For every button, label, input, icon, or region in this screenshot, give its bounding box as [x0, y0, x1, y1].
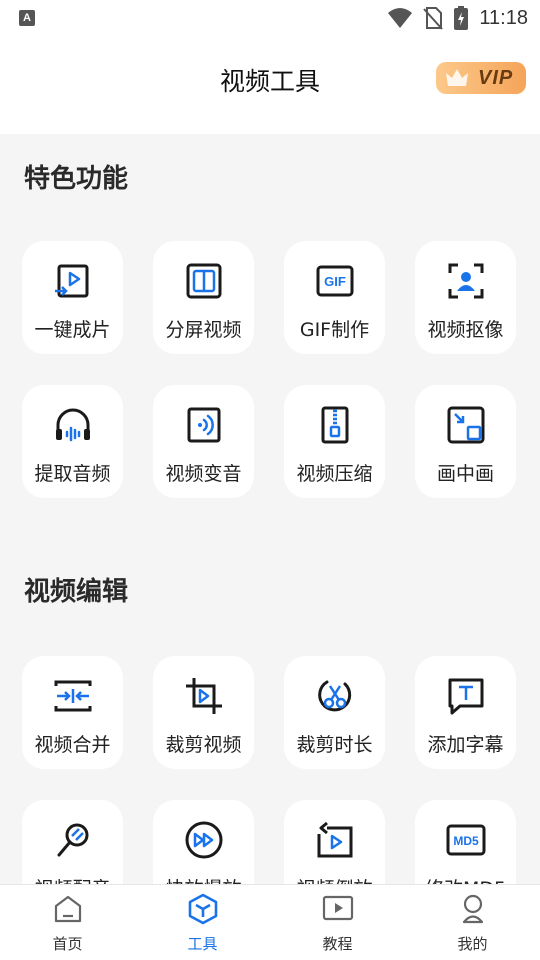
- no-sim-icon: [423, 7, 444, 30]
- tab-label: 我的: [457, 935, 488, 953]
- merge-icon: [54, 680, 92, 712]
- gif-icon: GIF: [316, 265, 354, 297]
- notification-icon: A: [19, 10, 35, 26]
- tools-content[interactable]: 特色功能 一键成片 分屏视频 GIF GIF制作 视频抠像 提取音频 视频变音 …: [0, 134, 540, 884]
- bottom-tab-bar: 首页 工具 教程 我的: [0, 884, 540, 960]
- tool-label: 一键成片: [34, 319, 111, 341]
- tool-label: GIF制作: [299, 319, 370, 341]
- status-icons: 11:18: [387, 4, 528, 32]
- tab-label: 教程: [322, 935, 353, 953]
- tool-label: 视频倒放: [284, 874, 385, 884]
- picture-in-picture-icon: [447, 406, 485, 444]
- wifi-icon: [388, 8, 413, 28]
- tool-speed[interactable]: 快放慢放: [153, 800, 254, 884]
- tool-split-screen[interactable]: 分屏视频: [153, 241, 254, 354]
- tool-crop-video[interactable]: 裁剪视频: [153, 656, 254, 769]
- crop-icon: [186, 678, 222, 714]
- tool-label: 分屏视频: [165, 319, 242, 341]
- tab-tools[interactable]: 工具: [135, 885, 270, 960]
- tool-gif[interactable]: GIF GIF制作: [284, 241, 385, 354]
- header: 视频工具 VIP: [0, 36, 540, 134]
- tool-reverse[interactable]: 视频倒放: [284, 800, 385, 884]
- voice-change-icon: [187, 407, 221, 443]
- tool-one-click-video[interactable]: 一键成片: [22, 241, 123, 354]
- tutorial-play-icon: [322, 895, 354, 921]
- status-bar: A 11:18: [0, 0, 540, 36]
- tool-label: 视频压缩: [296, 463, 373, 485]
- battery-charging-icon: [454, 6, 469, 30]
- tool-voice-change[interactable]: 视频变音: [153, 385, 254, 498]
- tool-label: 视频合并: [34, 734, 111, 756]
- tool-label: 快放慢放: [153, 874, 254, 884]
- headphones-icon: [56, 408, 90, 442]
- tool-edit-md5[interactable]: MD5 修改MD5: [415, 800, 516, 884]
- tool-label: 视频抠像: [427, 319, 504, 341]
- zip-compress-icon: [321, 406, 349, 444]
- rewind-icon: [317, 821, 353, 858]
- subtitle-icon: [448, 678, 484, 715]
- fast-forward-icon: [185, 821, 223, 859]
- tool-trim-duration[interactable]: 裁剪时长: [284, 656, 385, 769]
- tab-label: 首页: [52, 935, 83, 953]
- tab-tutorial[interactable]: 教程: [270, 885, 405, 960]
- tool-label: 提取音频: [34, 463, 111, 485]
- tool-label: 修改MD5: [415, 874, 516, 884]
- microphone-icon: [57, 823, 89, 857]
- home-icon: [54, 895, 82, 923]
- tool-picture-in-picture[interactable]: 画中画: [415, 385, 516, 498]
- split-screen-icon: [186, 263, 222, 299]
- md5-icon: MD5: [446, 824, 486, 856]
- profile-icon: [462, 894, 484, 924]
- tool-portrait-cutout[interactable]: 视频抠像: [415, 241, 516, 354]
- tool-dubbing[interactable]: 视频配音: [22, 800, 123, 884]
- tool-extract-audio[interactable]: 提取音频: [22, 385, 123, 498]
- scissors-icon: [318, 680, 352, 712]
- section-title-featured: 特色功能: [24, 164, 129, 194]
- tool-label: 裁剪时长: [296, 734, 373, 756]
- status-time: 11:18: [479, 6, 528, 29]
- section-title-video-edit: 视频编辑: [24, 577, 129, 607]
- tool-label: 视频变音: [165, 463, 242, 485]
- tool-label: 视频配音: [22, 874, 123, 884]
- tab-profile[interactable]: 我的: [405, 885, 540, 960]
- one-click-video-icon: [55, 264, 89, 298]
- svg-text:GIF: GIF: [324, 274, 346, 289]
- tool-video-compress[interactable]: 视频压缩: [284, 385, 385, 498]
- vip-button[interactable]: VIP: [436, 62, 526, 94]
- vip-label: VIP: [478, 66, 514, 89]
- tab-label: 工具: [187, 935, 218, 953]
- tool-video-merge[interactable]: 视频合并: [22, 656, 123, 769]
- toolbox-icon: [188, 893, 218, 925]
- svg-text:MD5: MD5: [453, 834, 479, 848]
- tool-label: 裁剪视频: [165, 734, 242, 756]
- tool-label: 添加字幕: [427, 734, 504, 756]
- tab-home[interactable]: 首页: [0, 885, 135, 960]
- crown-icon: [446, 69, 468, 86]
- tool-add-subtitle[interactable]: 添加字幕: [415, 656, 516, 769]
- portrait-cutout-icon: [448, 263, 484, 299]
- tool-label: 画中画: [436, 463, 494, 485]
